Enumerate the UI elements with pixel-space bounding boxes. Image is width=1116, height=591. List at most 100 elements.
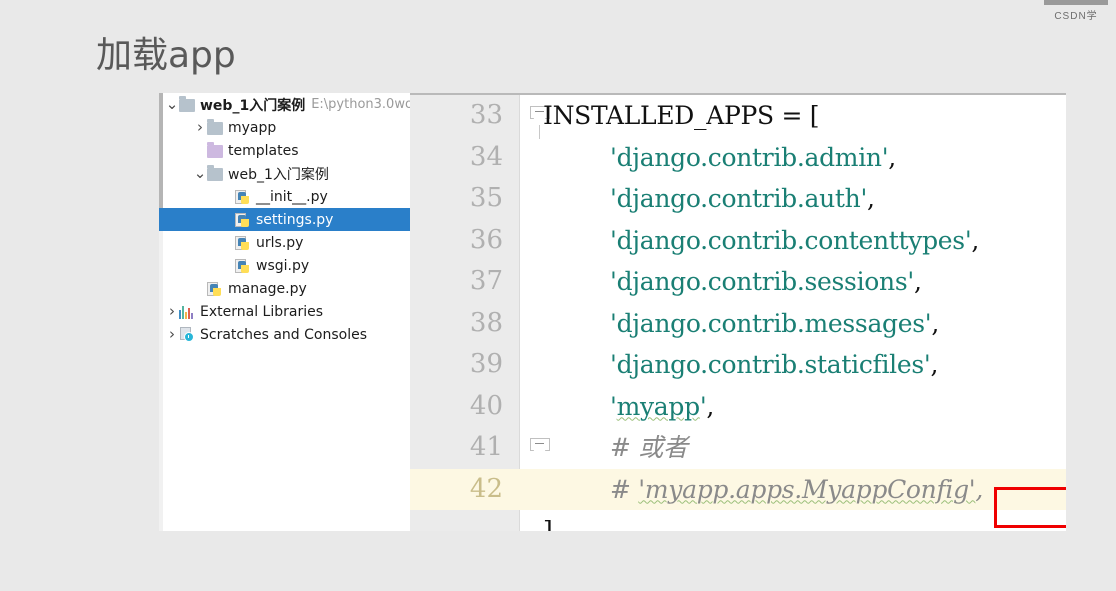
page-title: 加载app — [96, 35, 236, 76]
line-number: 39 — [469, 349, 503, 379]
code-line-content: # 或者 — [610, 427, 688, 469]
folder-icon — [179, 95, 197, 113]
code-line[interactable]: ] — [410, 510, 1066, 531]
code-line-content: # 'myapp.apps.MyappConfig', — [610, 469, 983, 511]
code-token-plain: , — [888, 142, 896, 172]
tree-row[interactable]: ›wsgi.py — [159, 254, 410, 277]
code-token-str: ' — [610, 391, 617, 421]
code-line-content: 'django.contrib.contenttypes', — [610, 220, 979, 262]
line-number: 36 — [469, 224, 503, 255]
line-number: 38 — [469, 307, 503, 338]
chevron-right-icon[interactable]: › — [193, 120, 207, 135]
python-file-icon — [207, 281, 225, 297]
code-token-plain: INSTALLED_APPS = [ — [543, 101, 820, 130]
folder-icon — [207, 164, 225, 182]
line-number: 34 — [469, 141, 503, 172]
code-token-plain: , — [867, 184, 875, 213]
tree-row[interactable]: › Scratches and Consoles — [159, 323, 410, 346]
code-line-content: ] — [543, 510, 553, 531]
code-line-content: 'django.contrib.staticfiles', — [610, 344, 938, 386]
watermark-label: CSDN学 — [1054, 11, 1098, 20]
tree-row-label: urls.py — [256, 234, 304, 251]
code-token-plain: , — [931, 308, 940, 338]
python-file-icon — [235, 258, 253, 274]
tree-row-list: ⌄web_1入门案例E:\python3.0work›myapp›templat… — [159, 93, 410, 346]
tree-row[interactable]: › External Libraries — [159, 300, 410, 323]
code-line[interactable]: 40 'myapp', — [410, 386, 1066, 428]
code-token-str: 'django.contrib.contenttypes' — [610, 225, 972, 255]
code-token-str: 'django.contrib.staticfiles' — [610, 350, 931, 379]
tree-row-label: __init__.py — [256, 188, 328, 205]
code-token-plain: ] — [543, 516, 553, 531]
code-line-content: 'django.contrib.admin', — [610, 137, 896, 179]
watermark-bar — [1044, 0, 1108, 5]
chevron-down-icon[interactable]: ⌄ — [193, 166, 207, 181]
code-token-str: 'django.contrib.sessions' — [610, 267, 914, 296]
scratches-icon — [179, 326, 197, 343]
tree-row-label: myapp — [228, 119, 277, 136]
tree-row[interactable]: ›__init__.py — [159, 185, 410, 208]
tree-row-label: Scratches and Consoles — [200, 326, 367, 343]
code-token-comment: 'myapp.apps.MyappConfig' — [638, 474, 976, 504]
code-line-content: 'django.contrib.sessions', — [610, 261, 922, 303]
tree-row[interactable]: ›urls.py — [159, 231, 410, 254]
chevron-down-icon[interactable]: ⌄ — [165, 97, 179, 112]
tree-row[interactable]: ›templates — [159, 139, 410, 162]
code-line[interactable]: 36 'django.contrib.contenttypes', — [410, 220, 1066, 262]
code-line-list: 33 INSTALLED_APPS = [ 34 'django.contrib.ad… — [410, 95, 1066, 531]
code-token-str: myapp — [616, 391, 701, 421]
line-number: 41 — [469, 432, 503, 462]
code-token-plain: , — [706, 391, 715, 421]
line-number: 42 — [469, 473, 503, 504]
chevron-right-icon[interactable]: › — [165, 304, 179, 319]
code-line-content: INSTALLED_APPS = [ — [543, 95, 820, 137]
tree-row[interactable]: › myapp — [159, 116, 410, 139]
tree-row-label: web_1入门案例 — [200, 97, 306, 114]
chevron-right-icon[interactable]: › — [165, 327, 179, 342]
tree-row-path: E:\python3.0work — [311, 97, 410, 112]
line-number: 40 — [469, 390, 503, 421]
code-line[interactable]: 37 'django.contrib.sessions', — [410, 261, 1066, 303]
code-line[interactable]: 35 'django.contrib.auth', — [410, 178, 1066, 220]
code-line[interactable]: 42 # 'myapp.apps.MyappConfig', — [410, 468, 1066, 511]
code-line[interactable]: 41 # 或者 — [410, 427, 1066, 469]
line-number: 35 — [469, 183, 503, 213]
project-tree-panel[interactable]: ⌄web_1入门案例E:\python3.0work›myapp›templat… — [159, 93, 410, 531]
folder-icon — [207, 118, 225, 136]
code-token-comment: # — [610, 474, 639, 504]
external-libraries-icon — [179, 304, 197, 320]
code-token-str: 'django.contrib.messages' — [610, 308, 932, 338]
tree-row[interactable]: ›manage.py — [159, 277, 410, 300]
code-token-comment: , — [975, 474, 984, 504]
tree-row-label: wsgi.py — [256, 257, 310, 274]
code-line-content: 'django.contrib.auth', — [610, 178, 875, 220]
tree-row-label: manage.py — [228, 280, 307, 297]
code-line[interactable]: 38 'django.contrib.messages', — [410, 303, 1066, 345]
csdn-watermark: CSDN学 — [1040, 0, 1112, 20]
code-token-plain: , — [971, 225, 980, 255]
tree-row-label: External Libraries — [200, 303, 323, 320]
python-file-icon — [235, 212, 253, 228]
code-token-comment: # 或者 — [610, 433, 688, 462]
code-token-str: 'django.contrib.auth' — [610, 184, 868, 213]
code-token-str: 'django.contrib.admin' — [610, 142, 889, 172]
folder-icon-purple — [207, 141, 225, 159]
code-line[interactable]: 34 'django.contrib.admin', — [410, 137, 1066, 179]
code-line-content: 'django.contrib.messages', — [610, 303, 939, 345]
tree-row-label: web_1入门案例 — [228, 166, 329, 183]
line-number: 37 — [469, 266, 503, 296]
code-line[interactable]: 39 'django.contrib.staticfiles', — [410, 344, 1066, 386]
tree-row[interactable]: ›settings.py — [159, 208, 410, 231]
tree-row-label: settings.py — [256, 211, 334, 228]
python-file-icon — [235, 235, 253, 251]
tree-row[interactable]: ⌄ web_1入门案例 E:\python3.0work — [159, 93, 410, 116]
line-number: 33 — [469, 100, 503, 130]
code-token-plain: , — [930, 350, 939, 379]
code-line[interactable]: 33 INSTALLED_APPS = [ — [410, 95, 1066, 137]
code-line-content: 'myapp', — [610, 386, 714, 428]
code-token-plain: , — [913, 267, 922, 296]
code-editor-panel[interactable]: 33 INSTALLED_APPS = [ 34 'django.contrib.ad… — [410, 93, 1066, 531]
tree-row[interactable]: ⌄ web_1入门案例 — [159, 162, 410, 185]
python-file-icon — [235, 189, 253, 205]
tree-row-label: templates — [228, 142, 299, 159]
